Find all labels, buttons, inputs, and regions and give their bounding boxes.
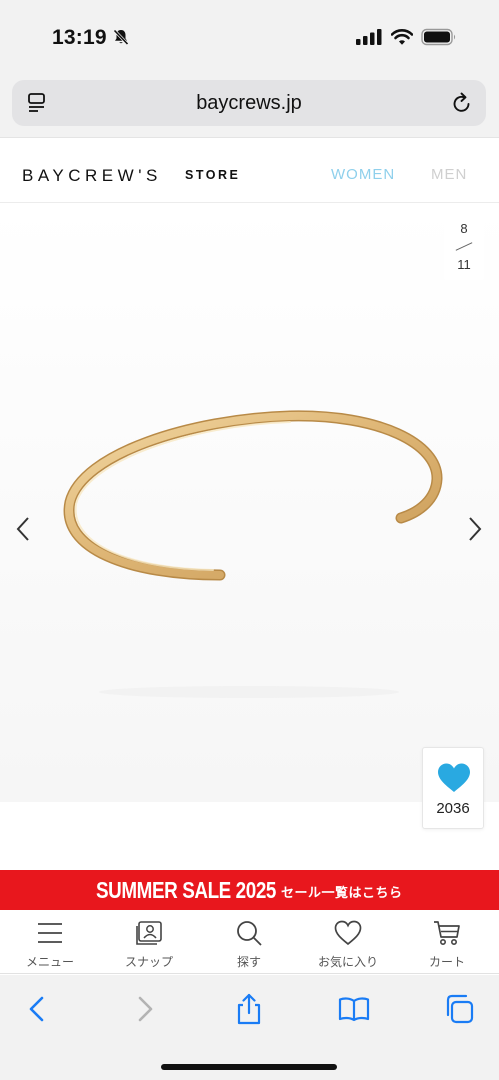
counter-divider — [455, 242, 473, 251]
favorite-count: 2036 — [436, 800, 470, 817]
image-counter-total: 11 — [457, 257, 471, 272]
store-logo[interactable]: BAYCREW'S — [22, 166, 162, 186]
cart-icon — [434, 921, 460, 945]
favorite-button[interactable]: 2036 — [422, 747, 484, 829]
bookmarks-icon[interactable] — [338, 993, 370, 1025]
nav-women[interactable]: WOMEN — [331, 166, 395, 183]
browser-toolbar — [0, 975, 499, 1080]
image-counter: 8 11 — [444, 212, 484, 280]
site-bottom-nav: メニュー スナップ 探す お気に入り カート — [0, 910, 499, 974]
status-bar: 13:19 — [0, 0, 499, 72]
search-icon — [237, 921, 262, 946]
heart-outline-icon — [334, 920, 362, 946]
bell-slash-icon — [113, 29, 129, 46]
page: 13:19 baycrews.jp BAYCREW'S STORE WOMEN … — [0, 0, 499, 1080]
site-header: BAYCREW'S STORE WOMEN MEN — [0, 139, 499, 203]
product-image-bangle — [63, 410, 443, 698]
bottom-nav-snap-label: スナップ — [124, 955, 173, 969]
image-counter-current: 8 — [460, 221, 468, 236]
bottom-nav-search[interactable]: 探す — [204, 910, 294, 974]
share-icon[interactable] — [233, 993, 265, 1025]
bottom-nav-favorites-label: お気に入り — [317, 955, 378, 969]
menu-icon — [38, 923, 62, 943]
bottom-nav-snap[interactable]: スナップ — [104, 910, 194, 974]
sale-banner[interactable]: SUMMER SALE 2025 セール一覧はこちら — [0, 870, 499, 910]
bottom-nav-cart[interactable]: カート — [402, 910, 492, 974]
sale-list-link[interactable]: セール一覧はこちら — [281, 882, 403, 901]
back-icon[interactable] — [21, 993, 53, 1025]
sale-title: SUMMER SALE 2025 — [96, 877, 277, 903]
bottom-nav-cart-label: カート — [428, 955, 465, 969]
address-bar[interactable]: baycrews.jp — [12, 80, 486, 126]
bottom-nav-search-label: 探す — [236, 955, 261, 969]
battery-icon — [421, 28, 456, 46]
status-time: 13:19 — [52, 26, 107, 49]
reload-icon[interactable] — [451, 91, 473, 115]
forward-icon[interactable] — [129, 993, 161, 1025]
snap-icon — [136, 921, 162, 945]
prev-image-arrow-icon[interactable] — [12, 514, 34, 544]
product-gallery[interactable]: 8 11 — [0, 204, 499, 802]
nav-men[interactable]: MEN — [431, 166, 467, 183]
store-logo-sub[interactable]: STORE — [185, 168, 240, 182]
cellular-signal-icon — [356, 29, 382, 45]
tabs-icon[interactable] — [443, 993, 475, 1025]
home-indicator — [161, 1064, 337, 1070]
browser-address-area: baycrews.jp — [0, 72, 499, 138]
next-image-arrow-icon[interactable] — [464, 514, 486, 544]
bottom-nav-favorites[interactable]: お気に入り — [303, 910, 393, 974]
wifi-icon — [391, 29, 413, 45]
heart-icon — [438, 763, 470, 792]
bottom-nav-menu-label: メニュー — [25, 955, 74, 969]
url-text[interactable]: baycrews.jp — [12, 92, 486, 115]
bottom-nav-menu[interactable]: メニュー — [5, 910, 95, 974]
